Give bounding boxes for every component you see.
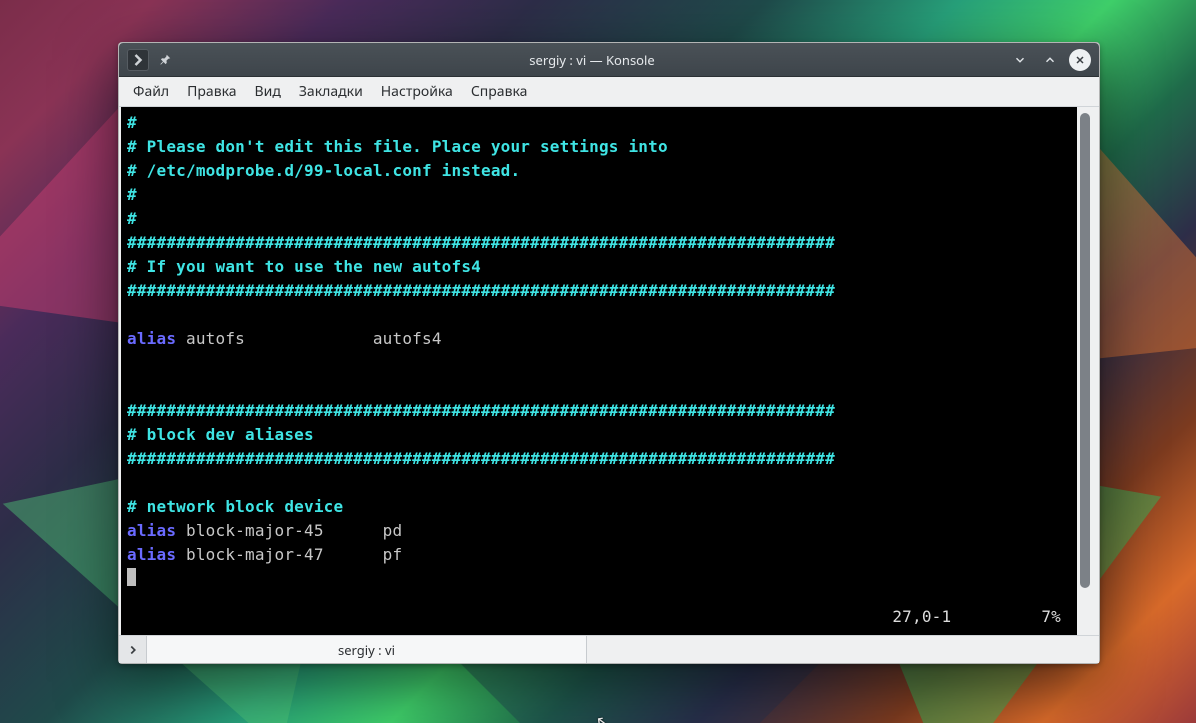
terminal-line: ########################################… xyxy=(127,399,1071,423)
terminal-line: # /etc/modprobe.d/99-local.conf instead. xyxy=(127,159,1071,183)
terminal-line: # network block device xyxy=(127,495,1071,519)
terminal-line: ########################################… xyxy=(127,231,1071,255)
app-menu-icon[interactable] xyxy=(127,49,149,71)
menu-edit[interactable]: Правка xyxy=(187,82,236,101)
minimize-button[interactable] xyxy=(1009,49,1031,71)
menu-settings[interactable]: Настройка xyxy=(381,82,453,101)
scrollbar-track[interactable] xyxy=(1080,113,1090,629)
close-button[interactable] xyxy=(1069,49,1091,71)
vi-status: 27,0-1 7% xyxy=(892,605,1061,629)
scrollbar-thumb[interactable] xyxy=(1080,113,1090,588)
terminal-viewport[interactable]: ## Please don't edit this file. Place yo… xyxy=(121,107,1077,635)
titlebar[interactable]: sergiy : vi — Konsole xyxy=(119,43,1099,77)
terminal-line xyxy=(127,351,1071,375)
menubar: Файл Правка Вид Закладки Настройка Справ… xyxy=(119,77,1099,107)
konsole-window: sergiy : vi — Konsole Файл Правка Вид За… xyxy=(118,42,1100,664)
vi-status-percent: 7% xyxy=(1041,605,1061,629)
terminal-line: alias block-major-47 pf xyxy=(127,543,1071,567)
tab-active[interactable]: sergiy : vi xyxy=(147,636,587,663)
menu-view[interactable]: Вид xyxy=(255,82,281,101)
menu-file[interactable]: Файл xyxy=(133,82,169,101)
terminal-line: # If you want to use the new autofs4 xyxy=(127,255,1071,279)
menu-bookmarks[interactable]: Закладки xyxy=(299,82,363,101)
terminal-line: # xyxy=(127,183,1071,207)
terminal-cursor-line xyxy=(127,567,1071,591)
terminal-line xyxy=(127,471,1071,495)
terminal-line xyxy=(127,375,1071,399)
block-cursor-icon xyxy=(127,568,136,586)
terminal-line: alias autofs autofs4 xyxy=(127,327,1071,351)
vi-status-position: 27,0-1 xyxy=(892,605,951,629)
terminal-line xyxy=(127,303,1071,327)
terminal-line: # Please don't edit this file. Place you… xyxy=(127,135,1071,159)
new-tab-button[interactable] xyxy=(119,636,147,663)
window-title: sergiy : vi — Konsole xyxy=(181,51,1003,69)
tabbar: sergiy : vi xyxy=(119,635,1099,663)
scrollbar[interactable] xyxy=(1077,109,1091,633)
maximize-button[interactable] xyxy=(1039,49,1061,71)
terminal-line: ########################################… xyxy=(127,447,1071,471)
terminal-line: ########################################… xyxy=(127,279,1071,303)
terminal-line: # block dev aliases xyxy=(127,423,1071,447)
terminal-line: alias block-major-45 pd xyxy=(127,519,1071,543)
menu-help[interactable]: Справка xyxy=(471,82,528,101)
terminal-line: # xyxy=(127,111,1071,135)
pin-icon[interactable] xyxy=(155,49,175,71)
terminal-line: # xyxy=(127,207,1071,231)
tab-label: sergiy : vi xyxy=(338,641,395,659)
